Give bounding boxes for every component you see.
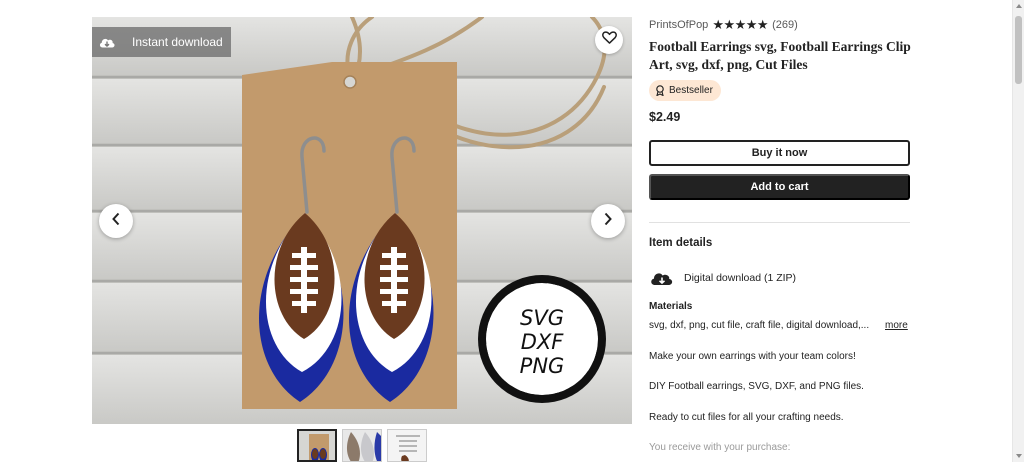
listing-image[interactable]: SVG DXF PNG Instant download	[92, 17, 632, 424]
previous-image-button[interactable]	[99, 204, 133, 238]
bestseller-badge: Bestseller	[649, 80, 721, 101]
section-divider	[649, 222, 910, 223]
description-line-2: DIY Football earrings, SVG, DXF, and PNG…	[649, 381, 864, 392]
favorite-button[interactable]	[595, 26, 623, 54]
next-image-button[interactable]	[591, 204, 625, 238]
description-line-1: Make your own earrings with your team co…	[649, 351, 856, 362]
materials-more-link[interactable]: more	[885, 320, 908, 331]
shop-rating-row: PrintsOfPop ★★★★★ (269)	[649, 17, 798, 33]
materials-text: svg, dxf, png, cut file, craft file, dig…	[649, 320, 870, 331]
scroll-up-arrow[interactable]	[1016, 4, 1022, 8]
stamp-line-png: PNG	[520, 354, 565, 378]
shop-name-link[interactable]: PrintsOfPop	[649, 19, 708, 31]
thumbnail-2[interactable]	[342, 429, 382, 462]
star-rating[interactable]: ★★★★★	[712, 17, 768, 33]
heart-icon	[601, 31, 617, 49]
review-count[interactable]: (269)	[772, 19, 798, 31]
digital-download-row: Digital download (1 ZIP)	[649, 270, 796, 286]
thumbnail-1[interactable]	[297, 429, 337, 462]
item-details-heading[interactable]: Item details	[649, 237, 712, 249]
instant-download-label: Instant download	[132, 35, 223, 49]
stamp-line-dxf: DXF	[521, 330, 565, 354]
award-ribbon-icon	[655, 85, 665, 96]
cloud-download-icon	[649, 270, 677, 286]
thumbnail-3[interactable]	[387, 429, 427, 462]
bestseller-label: Bestseller	[669, 85, 713, 96]
product-price: $2.49	[649, 110, 681, 124]
description-line-3: Ready to cut files for all your crafting…	[649, 412, 844, 423]
instant-download-badge: Instant download	[92, 27, 231, 57]
add-to-cart-button[interactable]: Add to cart	[649, 174, 910, 200]
digital-download-label: Digital download (1 ZIP)	[684, 272, 797, 284]
materials-list: svg, dxf, png, cut file, craft file, dig…	[649, 320, 910, 331]
materials-heading: Materials	[649, 301, 693, 312]
cloud-download-icon	[94, 27, 120, 57]
thumbnail-strip	[297, 429, 427, 462]
product-photo: SVG DXF PNG	[92, 17, 632, 424]
description-line-4: You receive with your purchase:	[649, 442, 791, 453]
scrollbar-thumb[interactable]	[1015, 16, 1022, 84]
stamp-line-svg: SVG	[520, 306, 564, 330]
page-scrollbar[interactable]	[1012, 0, 1024, 462]
chevron-right-icon	[603, 212, 613, 231]
scroll-down-arrow[interactable]	[1016, 454, 1022, 458]
product-title: Football Earrings svg, Football Earrings…	[649, 39, 911, 72]
stamp-text: SVG DXF PNG	[520, 306, 565, 378]
buy-it-now-button[interactable]: Buy it now	[649, 140, 910, 166]
chevron-left-icon	[111, 212, 121, 231]
